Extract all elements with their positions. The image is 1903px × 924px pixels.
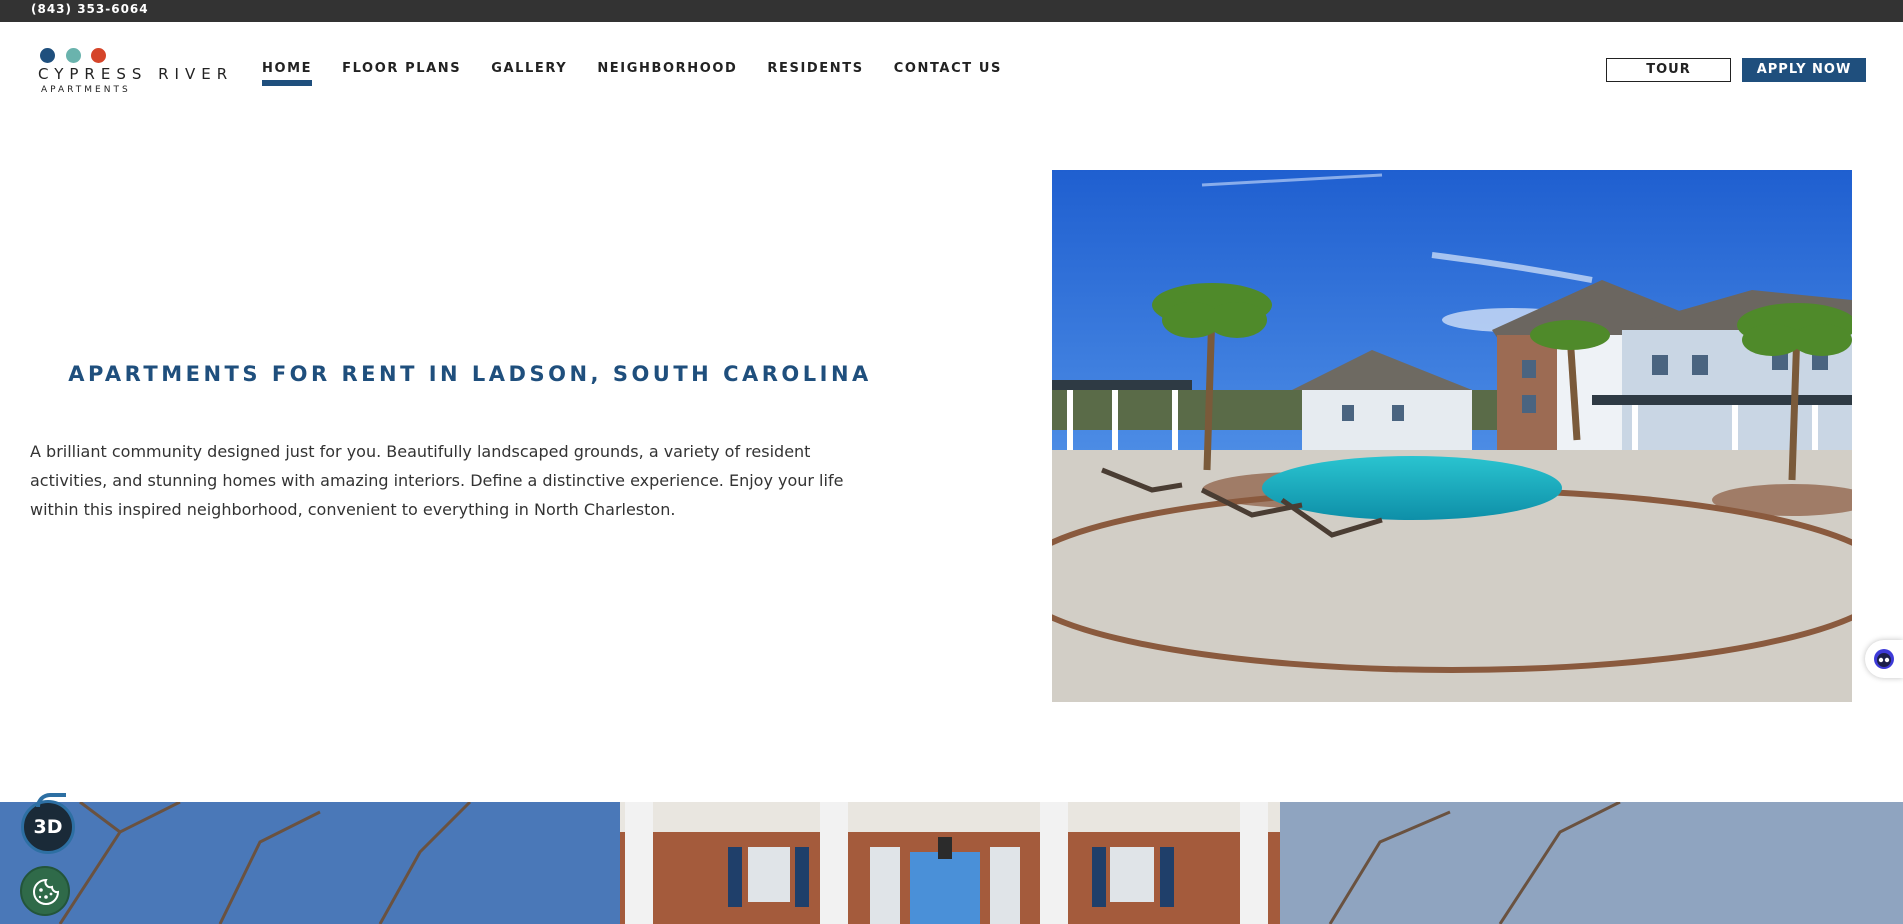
3d-tour-button[interactable]: 3D — [21, 793, 75, 854]
nav-neighborhood[interactable]: NEIGHBORHOOD — [597, 61, 737, 86]
logo-dot-red — [91, 48, 106, 63]
3d-tour-label: 3D — [33, 816, 63, 838]
pool-scene-illustration — [1052, 170, 1852, 702]
nav-residents[interactable]: RESIDENTS — [767, 61, 863, 86]
cookie-icon — [33, 878, 60, 905]
page-title: APARTMENTS FOR RENT IN LADSON, SOUTH CAR… — [68, 362, 872, 386]
nav-contact-us[interactable]: CONTACT US — [894, 61, 1002, 86]
site-header: CYPRESS RIVER APARTMENTS HOME FLOOR PLAN… — [0, 22, 1903, 122]
main-nav: HOME FLOOR PLANS GALLERY NEIGHBORHOOD RE… — [262, 61, 1032, 86]
nav-home[interactable]: HOME — [262, 61, 313, 86]
logo-name: CYPRESS RIVER — [38, 65, 234, 83]
apply-now-button[interactable]: APPLY NOW — [1742, 58, 1866, 82]
nav-gallery[interactable]: GALLERY — [491, 61, 567, 86]
pool-hero-image — [1052, 170, 1852, 702]
phone-number-link[interactable]: (843) 353-6064 — [31, 2, 149, 16]
community-clubhouse-image — [0, 802, 1903, 924]
chat-widget-button[interactable] — [1865, 640, 1903, 678]
3d-tour-icon — [36, 793, 66, 807]
logo-dot-blue — [40, 48, 55, 63]
top-bar: (843) 353-6064 — [0, 0, 1903, 22]
chat-widget-icon — [1874, 649, 1894, 669]
logo[interactable]: CYPRESS RIVER APARTMENTS — [38, 48, 238, 108]
intro-paragraph: A brilliant community designed just for … — [30, 442, 844, 519]
tour-button[interactable]: TOUR — [1606, 58, 1731, 82]
logo-subtitle: APARTMENTS — [41, 85, 131, 95]
logo-dot-teal — [66, 48, 81, 63]
nav-floor-plans[interactable]: FLOOR PLANS — [342, 61, 461, 86]
clubhouse-scene-illustration — [0, 802, 1903, 924]
cookie-settings-button[interactable] — [20, 866, 70, 916]
